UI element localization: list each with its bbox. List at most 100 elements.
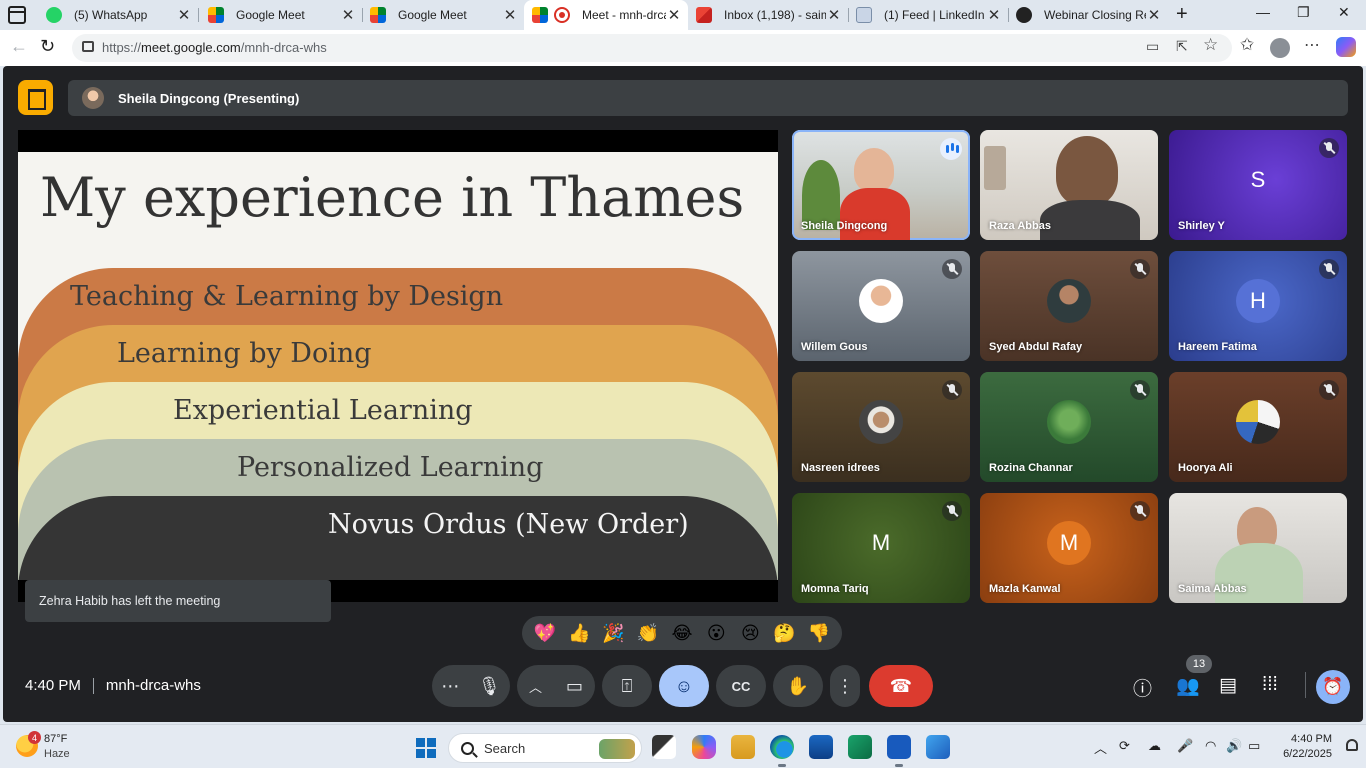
captions-button[interactable]: CC — [716, 665, 766, 707]
presentation-slide: My experience in Thames Teaching & Learn… — [18, 130, 778, 602]
settings-more-icon[interactable]: ⋯ — [1304, 35, 1320, 55]
tab-close-icon[interactable]: ✕ — [986, 6, 1002, 24]
file-explorer-icon[interactable] — [731, 735, 755, 759]
edge-browser-icon[interactable] — [770, 735, 794, 767]
profile-avatar[interactable] — [1270, 38, 1290, 58]
tab-google-meet-2[interactable]: Google Meet ✕ — [362, 0, 524, 30]
show-hidden-icons-chevron-icon[interactable]: ︿ — [1094, 738, 1107, 757]
slide-layer-text: Personalized Learning — [237, 452, 544, 483]
tab-whatsapp[interactable]: (5) WhatsApp ✕ — [38, 0, 199, 30]
camera-icon[interactable]: ▭ — [566, 676, 583, 697]
reaction-thinking[interactable]: 🤔 — [772, 623, 798, 644]
camera-in-use-icon[interactable]: ▭ — [1146, 38, 1159, 55]
weather-description[interactable]: Haze — [44, 748, 70, 760]
tab-title: Google Meet — [398, 8, 467, 22]
site-info-icon[interactable] — [82, 41, 94, 52]
slide-layer-text: Learning by Doing — [117, 338, 372, 369]
participant-tile[interactable]: S Shirley Y — [1169, 130, 1347, 240]
reaction-party-popper[interactable]: 🎉 — [601, 623, 627, 644]
reaction-sparkling-heart[interactable]: 💖 — [532, 623, 558, 644]
captions-icon: CC — [731, 678, 751, 694]
participant-tile[interactable]: Hoorya Ali — [1169, 372, 1347, 482]
meeting-time: 4:40 PM — [25, 677, 81, 694]
reactions-button[interactable]: ☺ — [659, 665, 709, 707]
minimize-icon[interactable]: — — [1256, 4, 1270, 20]
restore-icon[interactable]: ❐ — [1297, 4, 1310, 21]
onedrive-cloud-icon[interactable]: ☁ — [1148, 738, 1161, 754]
meeting-info-icon[interactable]: ⓘ — [1133, 674, 1152, 701]
tab-actions-menu-icon[interactable] — [8, 6, 26, 24]
hand-icon: ✋ — [786, 675, 810, 696]
leave-call-button[interactable]: ☎ — [869, 665, 933, 707]
meet-companion-logo-icon[interactable] — [18, 80, 53, 115]
participant-tile[interactable]: Raza Abbas — [980, 130, 1158, 240]
participant-tile[interactable]: Rozina Channar — [980, 372, 1158, 482]
participant-photo-avatar — [1047, 279, 1091, 323]
tab-close-icon[interactable]: ✕ — [666, 6, 682, 24]
participant-tile[interactable]: Sheila Dingcong — [792, 130, 970, 240]
tab-close-icon[interactable]: ✕ — [502, 6, 518, 24]
tab-close-icon[interactable]: ✕ — [1146, 6, 1162, 24]
tab-meet-mnh-drca[interactable]: Meet - mnh-drca ✕ — [524, 0, 688, 30]
reaction-clapping[interactable]: 👏 — [635, 623, 661, 644]
tab-gmail-inbox[interactable]: Inbox (1,198) - saima.a ✕ — [688, 0, 849, 30]
activities-icon[interactable]: ⁞⁞⁞ — [1262, 674, 1278, 696]
notification-bell-icon[interactable] — [1346, 739, 1358, 751]
microsoft-store-icon[interactable] — [809, 735, 833, 759]
reaction-laughing[interactable]: 😂 — [669, 623, 695, 644]
reaction-thumbs-up[interactable]: 👍 — [566, 623, 592, 644]
tab-webinar[interactable]: Webinar Closing Rema ✕ — [1008, 0, 1168, 30]
open-in-app-icon[interactable]: ⇱ — [1176, 38, 1188, 55]
mic-off-icon — [1130, 259, 1150, 279]
participant-tile[interactable]: Nasreen idrees — [792, 372, 970, 482]
weather-temperature[interactable]: 87°F — [44, 733, 67, 745]
google-meet-icon — [532, 7, 548, 23]
participant-tile[interactable]: Willem Gous — [792, 251, 970, 361]
word-icon[interactable] — [887, 735, 911, 767]
taskbar-search[interactable]: Search — [448, 733, 642, 763]
tab-close-icon[interactable]: ✕ — [340, 6, 356, 24]
participant-tile[interactable]: M Mazla Kanwal — [980, 493, 1158, 603]
reaction-thumbs-down[interactable]: 👎 — [806, 623, 832, 644]
favorite-star-icon[interactable]: ☆ — [1203, 35, 1218, 55]
microphone-tray-icon[interactable]: 🎤 — [1177, 738, 1193, 754]
meet-app-icon[interactable] — [848, 735, 872, 759]
tab-close-icon[interactable]: ✕ — [826, 6, 842, 24]
tab-google-meet-1[interactable]: Google Meet ✕ — [200, 0, 363, 30]
reaction-crying[interactable]: 😢 — [737, 623, 763, 644]
system-clock[interactable]: 4:40 PM 6/22/2025 — [1276, 732, 1332, 762]
participant-tile[interactable]: Syed Abdul Rafay — [980, 251, 1158, 361]
audio-options-icon[interactable]: ⋯ — [441, 676, 459, 697]
volume-icon[interactable]: 🔊 — [1226, 738, 1242, 754]
new-tab-icon[interactable]: + — [1176, 3, 1188, 26]
back-icon[interactable]: ← — [10, 36, 28, 57]
raise-hand-button[interactable]: ✋ — [773, 665, 823, 707]
wifi-icon[interactable]: ◠ — [1205, 738, 1216, 754]
copilot-app-icon[interactable] — [692, 735, 716, 759]
sync-icon[interactable]: ⟳ — [1119, 738, 1130, 754]
participant-tile[interactable]: Saima Abbas — [1169, 493, 1347, 603]
copilot-icon[interactable] — [1336, 37, 1356, 57]
tab-close-icon[interactable]: ✕ — [176, 6, 192, 24]
tab-linkedin[interactable]: (1) Feed | LinkedIn ✕ — [848, 0, 1009, 30]
refresh-icon[interactable]: ↻ — [40, 36, 55, 57]
more-options-button[interactable]: ⋮ — [830, 665, 860, 707]
snipping-tool-icon[interactable] — [926, 735, 950, 759]
whatsapp-icon — [46, 7, 62, 23]
participant-tile[interactable]: M Momna Tariq — [792, 493, 970, 603]
people-icon[interactable]: 👥 — [1176, 674, 1200, 698]
host-controls-alarm-icon[interactable]: ⏰ — [1316, 670, 1350, 704]
url-field[interactable]: https://meet.google.com/mnh-drca-whs — [72, 34, 1232, 62]
start-icon[interactable] — [416, 738, 436, 758]
video-options-chevron-icon[interactable]: ︿ — [529, 677, 542, 696]
task-view-icon[interactable] — [652, 735, 676, 759]
microphone-icon[interactable]: 🎙 — [478, 676, 501, 697]
battery-icon[interactable]: ▭ — [1248, 738, 1260, 754]
participant-tile[interactable]: H Hareem Fatima — [1169, 251, 1347, 361]
present-screen-icon: ⍐ — [621, 675, 633, 696]
present-screen-button[interactable]: ⍐ — [602, 665, 652, 707]
favorites-icon[interactable]: ✩ — [1240, 35, 1254, 55]
close-window-icon[interactable]: ✕ — [1338, 4, 1350, 21]
chat-icon[interactable]: ▤ — [1219, 674, 1237, 697]
reaction-surprised[interactable]: 😮 — [703, 623, 729, 644]
